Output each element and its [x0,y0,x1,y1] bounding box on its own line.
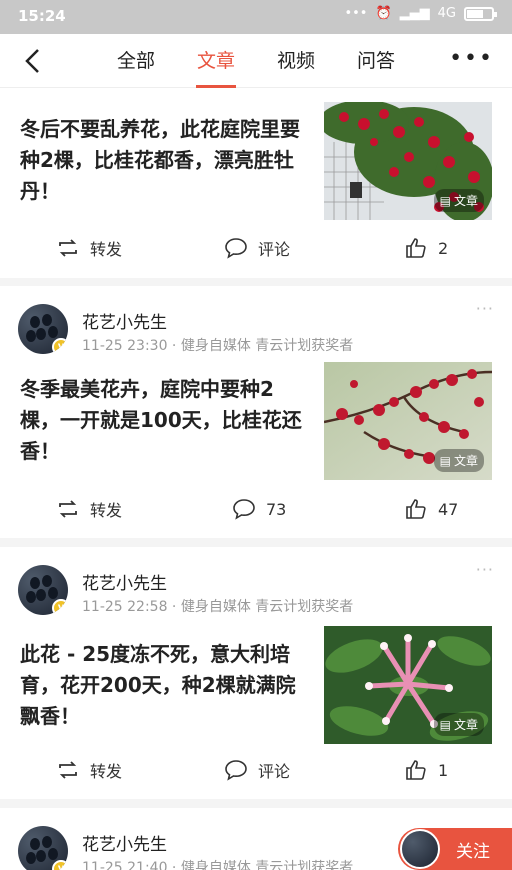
repost-icon [59,500,77,518]
post-thumbnail[interactable]: ▤ 文章 [324,626,492,744]
article-tag: ▤ 文章 [433,449,484,472]
tab-bar: 全部 文章 视频 问答 [96,34,416,88]
repost-button[interactable]: 转发 [56,489,122,529]
comment-icon [225,760,247,781]
repost-icon [59,239,77,257]
avatar[interactable]: v [18,826,68,870]
signal-icon: ▂▄▆ [399,6,430,21]
comment-count: 评论 [258,762,291,781]
battery-icon [464,6,497,21]
comment-button[interactable]: 评论 [224,750,290,790]
article-tag: ▤ 文章 [433,713,484,736]
avatar[interactable]: v [18,565,68,615]
post-card[interactable]: v 花艺小先生 11-25 23:30 · 健身自媒体 青云计划获奖者 ··· … [0,286,512,538]
thumbs-up-icon [406,760,426,780]
comment-icon [233,499,255,520]
dots-icon: ••• [344,6,368,21]
post-actions: 转发 评论 1 [0,750,512,790]
follow-button[interactable]: 关注 [398,828,512,870]
comment-count: 73 [266,499,287,519]
post-card[interactable]: 冬后不要乱养花，此花庭院里要种2棵，比桂花都香，漂亮胜牡丹！ ▤ 文章 转发 评… [0,88,512,278]
thumbs-up-icon [406,499,426,519]
post-thumbnail[interactable]: ▤ 文章 [324,362,492,480]
post-actions: 转发 73 47 [0,489,512,529]
document-icon: ▤ [439,193,451,208]
comment-count: 评论 [258,240,291,259]
follow-label: 关注 [456,841,490,862]
comment-button[interactable]: 评论 [224,228,290,268]
post-meta: 11-25 21:40 · 健身自媒体 青云计划获奖者 [82,860,354,870]
post-actions: 转发 评论 2 [0,228,512,268]
like-button[interactable]: 2 [404,228,448,268]
thumbs-up-icon [406,238,426,258]
tab-all[interactable]: 全部 [96,34,176,88]
author-row[interactable]: v 花艺小先生 11-25 22:58 · 健身自媒体 青云计划获奖者 [18,565,494,617]
status-icons: ••• ⏰ ▂▄▆ 4G [344,6,497,21]
post-options-icon[interactable]: ··· [476,301,494,317]
avatar [400,829,440,869]
article-tag: ▤ 文章 [433,189,484,212]
post-card[interactable]: v 花艺小先生 11-25 22:58 · 健身自媒体 青云计划获奖者 ··· … [0,547,512,799]
post-meta: 11-25 22:58 · 健身自媒体 青云计划获奖者 [82,599,354,615]
alarm-icon: ⏰ [375,6,392,21]
repost-button[interactable]: 转发 [56,750,122,790]
post-options-icon[interactable]: ··· [476,562,494,578]
tab-qa[interactable]: 问答 [336,34,416,88]
like-count: 2 [438,238,449,258]
author-name[interactable]: 花艺小先生 [82,569,167,594]
avatar[interactable]: v [18,304,68,354]
verified-badge-icon: v [52,338,68,354]
verified-badge-icon: v [52,860,68,870]
status-time: 15:24 [18,7,66,25]
article-tag-label: 文章 [453,194,478,208]
document-icon: ▤ [439,453,451,468]
status-bar: 15:24 ••• ⏰ ▂▄▆ 4G [0,0,512,34]
comment-button[interactable]: 73 [232,489,286,529]
comment-icon [225,238,247,259]
top-nav: 全部 文章 视频 问答 ••• [0,34,512,88]
repost-label: 转发 [90,240,123,259]
article-tag-label: 文章 [453,718,478,732]
post-title[interactable]: 冬季最美花卉，庭院中要种2棵，一开就是100天，比桂花还香！ [20,374,310,467]
like-button[interactable]: 1 [404,750,448,790]
tab-articles[interactable]: 文章 [176,34,256,88]
repost-label: 转发 [90,501,123,520]
document-icon: ▤ [439,717,451,732]
like-count: 1 [438,760,449,780]
like-count: 47 [438,499,459,519]
author-name[interactable]: 花艺小先生 [82,830,167,855]
tab-videos[interactable]: 视频 [256,34,336,88]
article-tag-label: 文章 [453,454,478,468]
post-title[interactable]: 此花 - 25度冻不死，意大利培育，花开200天，种2棵就满院飘香！ [20,639,310,732]
repost-button[interactable]: 转发 [56,228,122,268]
network-label: 4G [437,6,456,21]
author-name[interactable]: 花艺小先生 [82,308,167,333]
back-arrow-icon[interactable] [18,46,48,76]
more-menu-icon[interactable]: ••• [449,48,494,70]
repost-label: 转发 [90,762,123,781]
post-title[interactable]: 冬后不要乱养花，此花庭院里要种2棵，比桂花都香，漂亮胜牡丹！ [20,114,310,207]
author-row[interactable]: v 花艺小先生 11-25 23:30 · 健身自媒体 青云计划获奖者 [18,304,494,356]
verified-badge-icon: v [52,599,68,615]
like-button[interactable]: 47 [404,489,458,529]
post-meta: 11-25 23:30 · 健身自媒体 青云计划获奖者 [82,338,354,354]
post-thumbnail[interactable]: ▤ 文章 [324,102,492,220]
repost-icon [59,761,77,779]
